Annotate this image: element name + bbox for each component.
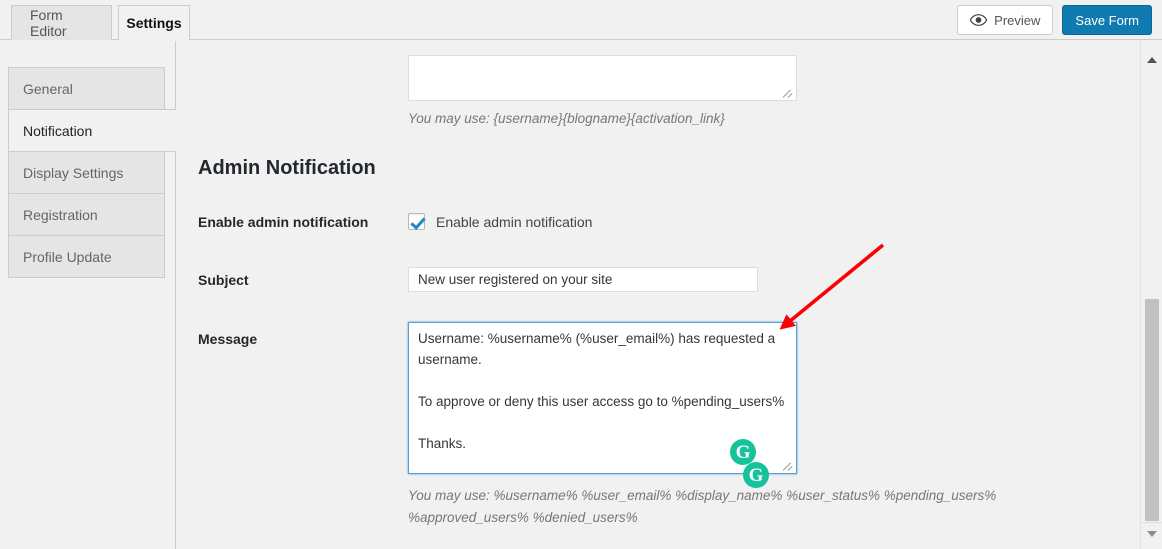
message-helper-text: You may use: %username% %user_email% %di… <box>408 488 997 525</box>
tab-settings-label: Settings <box>126 15 182 31</box>
scroll-down-arrow-icon[interactable] <box>1141 523 1162 545</box>
top-message-textarea[interactable] <box>408 55 797 101</box>
vertical-scrollbar[interactable] <box>1140 41 1162 549</box>
sidebar-item-notification[interactable]: Notification <box>8 109 176 152</box>
scroll-up-triangle-icon <box>1147 57 1157 63</box>
sidebar-item-general[interactable]: General <box>8 67 165 110</box>
sidebar-item-display-settings-label: Display Settings <box>23 164 124 181</box>
content-area: General Notification Display Settings Re… <box>0 41 1162 549</box>
settings-main-panel: You may use: {username}{blogname}{activa… <box>177 41 1140 549</box>
subject-input[interactable] <box>408 267 758 292</box>
admin-notification-section-title: Admin Notification <box>198 157 376 179</box>
save-form-button[interactable]: Save Form <box>1062 5 1152 35</box>
subject-label: Subject <box>198 272 249 288</box>
sidebar-item-display-settings[interactable]: Display Settings <box>8 151 165 194</box>
scroll-down-triangle-icon <box>1147 531 1157 537</box>
grammarly-badge-icon-primary[interactable]: G <box>730 439 756 465</box>
enable-admin-notification-row: Enable admin notification <box>408 213 592 230</box>
eye-icon <box>969 14 988 26</box>
grammarly-badge-icon-secondary[interactable]: G <box>743 462 769 488</box>
settings-sidebar: General Notification Display Settings Re… <box>0 41 176 549</box>
enable-admin-notification-checkbox[interactable] <box>408 213 425 230</box>
top-message-helper-text: You may use: {username}{blogname}{activa… <box>408 111 725 126</box>
sidebar-item-registration-label: Registration <box>23 206 98 223</box>
scrollbar-thumb[interactable] <box>1145 299 1159 521</box>
tab-settings[interactable]: Settings <box>118 5 190 41</box>
message-label: Message <box>198 331 258 347</box>
sidebar-item-notification-label: Notification <box>23 122 93 139</box>
tab-form-editor-label: Form Editor <box>30 7 67 39</box>
enable-admin-notification-checkbox-label: Enable admin notification <box>436 213 593 230</box>
message-field-group: G G <box>408 322 797 488</box>
tab-form-editor[interactable]: Form Editor <box>11 5 112 40</box>
enable-admin-notification-label: Enable admin notification <box>198 214 369 230</box>
sidebar-item-profile-update-label: Profile Update <box>23 248 112 265</box>
preview-button[interactable]: Preview <box>957 5 1054 35</box>
sidebar-item-registration[interactable]: Registration <box>8 193 165 236</box>
sidebar-item-general-label: General <box>23 80 73 97</box>
save-form-button-label: Save Form <box>1075 12 1139 28</box>
preview-button-label: Preview <box>994 12 1041 28</box>
top-actions: Preview Save Form <box>957 5 1152 35</box>
top-bar: Form Editor Settings Preview Save Form <box>0 0 1162 41</box>
scroll-up-arrow-icon[interactable] <box>1141 49 1162 71</box>
top-message-field-group <box>408 55 797 101</box>
sidebar-item-profile-update[interactable]: Profile Update <box>8 235 165 278</box>
